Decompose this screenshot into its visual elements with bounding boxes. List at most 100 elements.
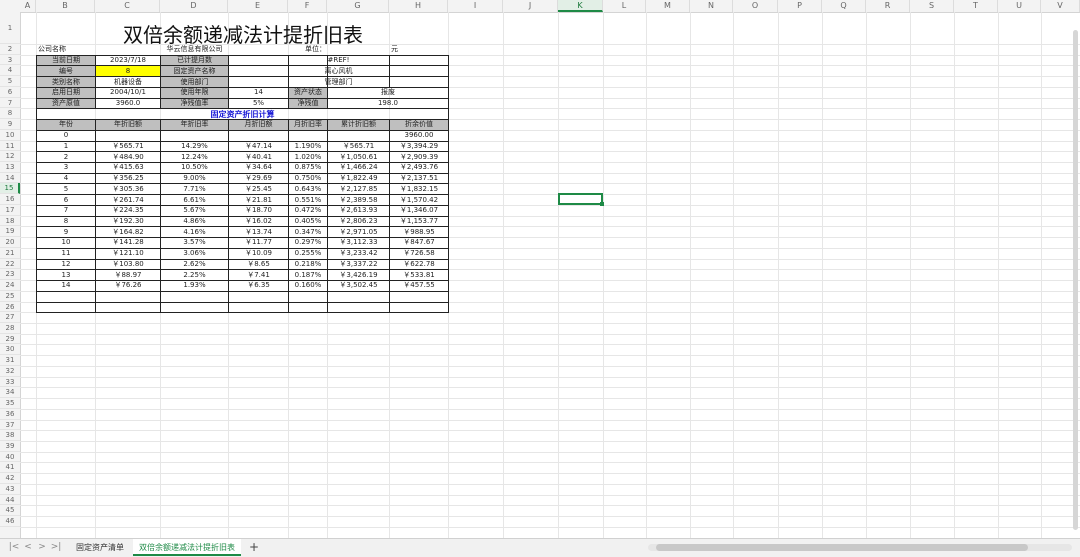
column-header-o[interactable]: O — [733, 0, 778, 12]
row-header-2[interactable]: 2 — [0, 44, 20, 55]
row-header-39[interactable]: 39 — [0, 441, 20, 452]
column-header-v[interactable]: V — [1041, 0, 1080, 12]
row-header-43[interactable]: 43 — [0, 484, 20, 495]
column-header-l[interactable]: L — [603, 0, 646, 12]
row-header-17[interactable]: 17 — [0, 205, 20, 216]
row-gridline — [20, 526, 1080, 528]
next-sheet-button[interactable]: > — [36, 542, 48, 552]
column-header-m[interactable]: M — [646, 0, 690, 12]
row-header-bar: 1 2 3 4 5 6 7 8 9 10 11 12 13 14 15 16 17 18 19 20 21 22 23 24 2… — [0, 12, 21, 538]
row-header-24[interactable]: 24 — [0, 280, 20, 291]
row-header-45[interactable]: 45 — [0, 505, 20, 517]
sheet-tab-active[interactable]: 双倍余额递减法计提折旧表 — [133, 539, 241, 556]
row-header-12[interactable]: 12 — [0, 151, 20, 163]
column-header-a[interactable]: A — [20, 0, 36, 12]
column-gridline — [954, 12, 955, 538]
row-header-36[interactable]: 36 — [0, 409, 20, 420]
table-cell[interactable] — [36, 301, 96, 314]
row-header-18[interactable]: 18 — [0, 216, 20, 227]
column-header-q[interactable]: Q — [822, 0, 866, 12]
column-header-t[interactable]: T — [954, 0, 998, 12]
last-sheet-button[interactable]: >| — [50, 542, 62, 552]
column-header-k[interactable]: K — [558, 0, 603, 12]
column-gridline — [603, 12, 604, 538]
row-header-29[interactable]: 29 — [0, 334, 20, 345]
first-sheet-button[interactable]: |< — [8, 542, 20, 552]
row-header-6[interactable]: 6 — [0, 87, 20, 98]
row-header-14[interactable]: 14 — [0, 173, 20, 184]
column-header-c[interactable]: C — [95, 0, 160, 12]
sheet-tab-bar: |< < > >| 固定资产清单 双倍余额递减法计提折旧表 + — [0, 538, 1080, 557]
row-header-16[interactable]: 16 — [0, 194, 20, 205]
row-header-46[interactable]: 46 — [0, 516, 20, 527]
table-cell[interactable] — [288, 301, 328, 314]
row-header-10[interactable]: 10 — [0, 130, 20, 141]
row-header-15[interactable]: 15 — [0, 183, 20, 195]
row-header-8[interactable]: 8 — [0, 108, 20, 120]
column-gridline — [910, 12, 911, 538]
row-header-4[interactable]: 4 — [0, 65, 20, 77]
column-header-u[interactable]: U — [998, 0, 1041, 12]
row-header-25[interactable]: 25 — [0, 291, 20, 302]
row-header-37[interactable]: 37 — [0, 420, 20, 431]
column-header-g[interactable]: G — [327, 0, 389, 12]
column-header-s[interactable]: S — [910, 0, 954, 12]
column-header-d[interactable]: D — [160, 0, 228, 12]
row-header-23[interactable]: 23 — [0, 269, 20, 281]
row-header-9[interactable]: 9 — [0, 119, 20, 130]
row-header-41[interactable]: 41 — [0, 462, 20, 474]
row-header-5[interactable]: 5 — [0, 76, 20, 87]
vertical-scrollbar[interactable] — [1073, 30, 1079, 530]
column-header-n[interactable]: N — [690, 0, 733, 12]
horizontal-scroll-thumb[interactable] — [656, 544, 1028, 551]
column-header-p[interactable]: P — [778, 0, 822, 12]
table-cell[interactable] — [228, 301, 289, 314]
column-gridline — [503, 12, 504, 538]
row-header-20[interactable]: 20 — [0, 237, 20, 248]
column-header-b[interactable]: B — [36, 0, 95, 12]
vertical-scroll-thumb[interactable] — [1073, 30, 1078, 530]
horizontal-scrollbar[interactable] — [648, 544, 1072, 551]
row-header-42[interactable]: 42 — [0, 473, 20, 484]
row-header-11[interactable]: 11 — [0, 141, 20, 152]
row-header-13[interactable]: 13 — [0, 162, 20, 173]
row-header-44[interactable]: 44 — [0, 495, 20, 506]
column-header-f[interactable]: F — [288, 0, 327, 12]
row-header-22[interactable]: 22 — [0, 259, 20, 270]
row-header-32[interactable]: 32 — [0, 366, 20, 377]
active-cell-cursor[interactable] — [558, 193, 604, 206]
row-header-30[interactable]: 30 — [0, 344, 20, 356]
row-header-34[interactable]: 34 — [0, 387, 20, 399]
add-sheet-button[interactable]: + — [249, 540, 259, 554]
table-cell[interactable] — [327, 301, 390, 314]
row-header-3[interactable]: 3 — [0, 55, 20, 66]
column-header-h[interactable]: H — [389, 0, 448, 12]
row-header-21[interactable]: 21 — [0, 248, 20, 259]
column-gridline — [646, 12, 647, 538]
sheet-title: 双倍余额递减法计提折旧表 — [123, 23, 363, 47]
table-cell[interactable] — [389, 301, 449, 314]
row-header-26[interactable]: 26 — [0, 302, 20, 313]
row-header-19[interactable]: 19 — [0, 226, 20, 238]
column-header-j[interactable]: J — [503, 0, 558, 12]
table-cell[interactable] — [95, 301, 161, 314]
column-header-e[interactable]: E — [228, 0, 288, 12]
row-header-38[interactable]: 38 — [0, 430, 20, 441]
row-header-31[interactable]: 31 — [0, 355, 20, 366]
row-header-7[interactable]: 7 — [0, 98, 20, 109]
row-header-1[interactable]: 1 — [0, 12, 20, 44]
row-header-27[interactable]: 27 — [0, 312, 20, 323]
table-cell[interactable] — [160, 301, 229, 314]
row-gridline — [20, 322, 1080, 324]
row-header-35[interactable]: 35 — [0, 398, 20, 409]
row-header-28[interactable]: 28 — [0, 323, 20, 334]
column-gridline — [1041, 12, 1042, 538]
row-gridline — [20, 333, 1080, 335]
column-header-i[interactable]: I — [448, 0, 503, 12]
column-header-r[interactable]: R — [866, 0, 910, 12]
spreadsheet-grid[interactable]: ABCDEFGHIJKLMNOPQRSTUV 1 2 3 4 5 6 7 8 9 10 11 12 13… — [0, 0, 1080, 538]
row-header-33[interactable]: 33 — [0, 377, 20, 388]
sheet-tab[interactable]: 固定资产清单 — [70, 539, 130, 556]
prev-sheet-button[interactable]: < — [22, 542, 34, 552]
row-header-40[interactable]: 40 — [0, 452, 20, 463]
